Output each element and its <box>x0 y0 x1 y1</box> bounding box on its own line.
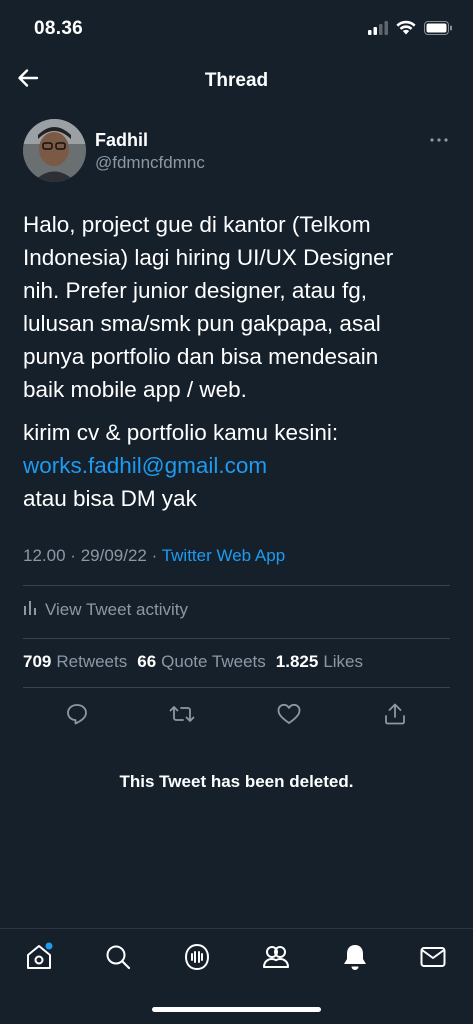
search-icon <box>104 943 132 976</box>
cellular-signal-icon <box>368 20 388 40</box>
reply-button[interactable] <box>63 702 91 730</box>
tweet-meta: 12.00 · 29/09/22 · Twitter Web App <box>23 546 285 566</box>
quote-tweets-count: 66 <box>137 652 157 671</box>
tab-home[interactable] <box>23 942 55 977</box>
like-icon <box>277 703 301 730</box>
tweet-line: Halo, project gue di kantor (Telkom <box>23 212 371 237</box>
retweet-button[interactable] <box>168 702 196 730</box>
tweet-line: atau bisa DM yak <box>23 486 197 511</box>
spaces-icon <box>183 942 211 977</box>
quote-tweets-stat[interactable]: 66 Quote Tweets <box>137 652 266 672</box>
retweet-icon <box>169 702 195 731</box>
tweet-paragraph: Halo, project gue di kantor (Telkom Indo… <box>23 208 453 406</box>
home-icon <box>24 942 54 977</box>
more-options-button[interactable] <box>429 128 449 148</box>
tweet-line: punya portfolio dan bisa mendesain <box>23 344 379 369</box>
divider <box>23 638 450 639</box>
share-icon <box>384 702 406 731</box>
tweet-stats: 709 Retweets 66 Quote Tweets 1.825 Likes <box>23 652 363 672</box>
messages-icon <box>419 945 447 974</box>
retweets-label: Retweets <box>56 652 128 671</box>
status-icons <box>368 20 453 40</box>
header: Thread <box>0 56 473 104</box>
like-button[interactable] <box>275 702 303 730</box>
meta-separator: · <box>151 546 158 565</box>
status-time: 08.36 <box>34 18 84 39</box>
page-title: Thread <box>204 70 269 91</box>
tweet-time: 12.00 <box>23 546 66 565</box>
retweets-stat[interactable]: 709 Retweets <box>23 652 127 672</box>
divider <box>23 687 450 688</box>
author-name[interactable]: Fadhil <box>95 130 148 151</box>
author-handle[interactable]: @fdmncfdmnc <box>95 153 205 173</box>
view-tweet-activity-button[interactable]: View Tweet activity <box>23 599 188 620</box>
analytics-icon <box>23 599 37 620</box>
home-indicator[interactable] <box>152 1007 321 1012</box>
retweets-count: 709 <box>23 652 52 671</box>
status-bar: 08.36 <box>0 0 473 56</box>
tweet-line: lulusan sma/smk pun gakpapa, asal <box>23 311 381 336</box>
tweet-line: nih. Prefer junior designer, atau fg, <box>23 278 367 303</box>
tweet-text: Halo, project gue di kantor (Telkom Indo… <box>23 208 453 525</box>
tweet-line: baik mobile app / web. <box>23 377 247 402</box>
tweet-line: kirim cv & portfolio kamu kesini: <box>23 420 339 445</box>
meta-separator: · <box>70 546 76 565</box>
deleted-tweet-notice: This Tweet has been deleted. <box>119 772 354 791</box>
wifi-icon <box>396 20 416 40</box>
likes-count: 1.825 <box>275 652 319 671</box>
notifications-icon <box>341 942 369 977</box>
quote-tweets-label: Quote Tweets <box>161 652 266 671</box>
tab-spaces[interactable] <box>181 943 213 975</box>
tab-search[interactable] <box>102 943 134 975</box>
email-link[interactable]: works.fadhil@gmail.com <box>23 449 453 482</box>
tweet-paragraph: kirim cv & portfolio kamu kesini: works.… <box>23 416 453 515</box>
more-horizontal-icon <box>430 129 448 147</box>
tweet-date: 29/09/22 <box>80 546 147 565</box>
reply-icon <box>65 702 89 731</box>
likes-stat[interactable]: 1.825 Likes <box>276 652 363 672</box>
communities-icon <box>261 943 291 976</box>
battery-icon <box>424 20 453 40</box>
tweet-source-link[interactable]: Twitter Web App <box>162 546 285 565</box>
tweet-actions <box>23 700 450 730</box>
likes-label: Likes <box>323 652 363 671</box>
tab-notifications[interactable] <box>339 943 371 975</box>
tab-messages[interactable] <box>417 943 449 975</box>
avatar[interactable] <box>23 119 86 182</box>
share-button[interactable] <box>381 702 409 730</box>
tab-communities[interactable] <box>260 943 292 975</box>
divider <box>23 585 450 586</box>
tweet-line: Indonesia) lagi hiring UI/UX Designer <box>23 245 394 270</box>
view-tweet-activity-label: View Tweet activity <box>45 599 188 619</box>
